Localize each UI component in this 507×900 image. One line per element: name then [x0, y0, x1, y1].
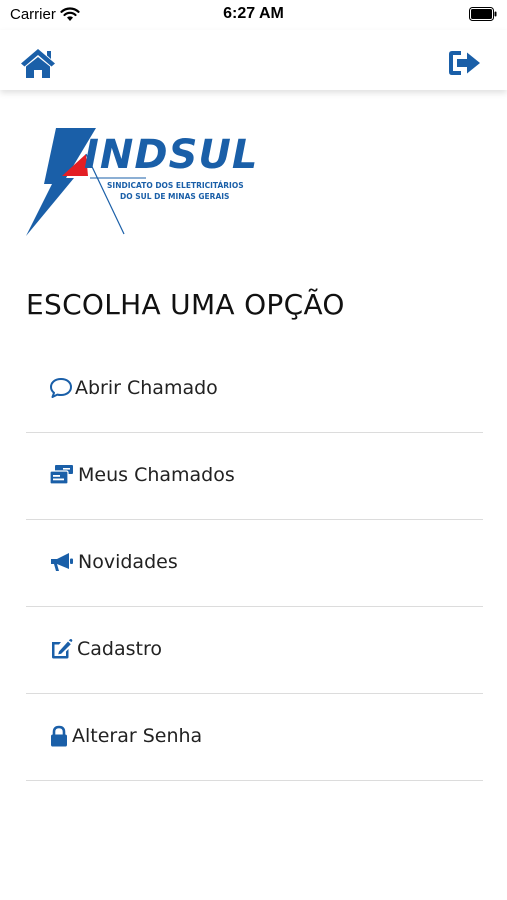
options-menu: Abrir Chamado Meus Chamados Novidades Ca…	[26, 346, 483, 781]
menu-item-novidades[interactable]: Novidades	[26, 520, 483, 607]
page-title: ESCOLHA UMA OPÇÃO	[26, 288, 345, 321]
menu-item-label: Cadastro	[77, 638, 162, 660]
lock-icon	[51, 725, 67, 747]
menu-item-abrir-chamado[interactable]: Abrir Chamado	[26, 346, 483, 433]
sign-out-icon[interactable]	[447, 46, 485, 80]
menu-item-alterar-senha[interactable]: Alterar Senha	[26, 694, 483, 781]
edit-icon	[52, 638, 73, 659]
menu-item-label: Abrir Chamado	[75, 377, 218, 399]
logo-subtitle-line2: DO SUL DE MINAS GERAIS	[120, 192, 229, 201]
tickets-icon	[49, 465, 73, 485]
home-icon[interactable]	[19, 46, 57, 80]
logo-brand-text: INDSUL	[84, 132, 258, 178]
menu-item-label: Novidades	[78, 551, 178, 573]
logo-subtitle-line1: SINDICATO DOS ELETRICITÁRIOS	[107, 181, 244, 190]
menu-item-meus-chamados[interactable]: Meus Chamados	[26, 433, 483, 520]
megaphone-icon	[51, 553, 73, 571]
status-time: 6:27 AM	[223, 5, 284, 22]
comment-icon	[50, 378, 72, 398]
top-nav-bar	[0, 30, 507, 90]
status-bar: Carrier 6:27 AM	[0, 0, 507, 30]
sindsul-logo: INDSUL SINDICATO DOS ELETRICITÁRIOS DO S…	[26, 128, 258, 236]
battery-icon	[469, 7, 497, 21]
menu-item-label: Alterar Senha	[72, 725, 203, 747]
menu-item-label: Meus Chamados	[78, 464, 235, 486]
menu-item-cadastro[interactable]: Cadastro	[26, 607, 483, 694]
